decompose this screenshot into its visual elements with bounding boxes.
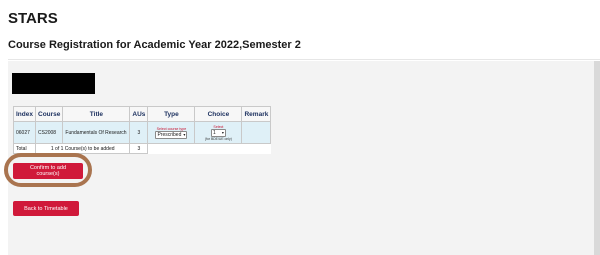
cell-type: Select course type Prescribed ▾ [147, 121, 196, 144]
choice-note: (for BDE/UE only) [204, 137, 232, 141]
cell-choice: Select 1 ▾ (for BDE/UE only) [194, 121, 243, 144]
column-header-aus: AUs [129, 106, 149, 122]
course-type-value: Prescribed [157, 132, 182, 138]
column-header-type: Type [147, 106, 196, 122]
table-header-row: Index Course Title AUs Type Choice Remar… [13, 106, 272, 122]
total-label: Total [13, 143, 36, 154]
choice-value: 1 [212, 130, 216, 136]
header-divider [8, 59, 600, 60]
course-type-select[interactable]: Prescribed ▾ [155, 131, 188, 139]
cell-title: Fundamentals Of Research [62, 121, 131, 144]
content-panel [8, 61, 600, 255]
column-header-remark: Remark [241, 106, 272, 122]
cell-aus: 3 [129, 121, 149, 144]
column-header-course: Course [34, 106, 64, 122]
back-to-timetable-button[interactable]: Back to Timetable [13, 201, 79, 216]
scrollbar-track[interactable] [594, 61, 600, 255]
redacted-student-info [12, 73, 95, 94]
registration-table: Index Course Title AUs Type Choice Remar… [13, 106, 272, 154]
chevron-down-icon: ▾ [221, 130, 224, 135]
confirm-add-courses-button[interactable]: Confirm to add course(s) [13, 163, 83, 179]
page-title: Course Registration for Academic Year 20… [8, 39, 301, 51]
app-title: STARS [8, 10, 58, 27]
chevron-down-icon: ▾ [183, 132, 186, 137]
column-header-title: Title [62, 106, 131, 122]
choice-select[interactable]: 1 ▾ [210, 129, 226, 137]
total-aus: 3 [129, 143, 149, 154]
cell-remark [241, 121, 272, 144]
cell-index: 06027 [13, 121, 36, 144]
column-header-choice: Choice [194, 106, 243, 122]
total-summary: 1 of 1 Course(s) to be added [34, 143, 131, 154]
cell-course: CS2008 [34, 121, 64, 144]
column-header-index: Index [13, 106, 36, 122]
table-row: 06027 CS2008 Fundamentals Of Research 3 … [13, 121, 272, 144]
table-total-row: Total 1 of 1 Course(s) to be added 3 [13, 143, 271, 154]
total-empty [148, 144, 271, 154]
